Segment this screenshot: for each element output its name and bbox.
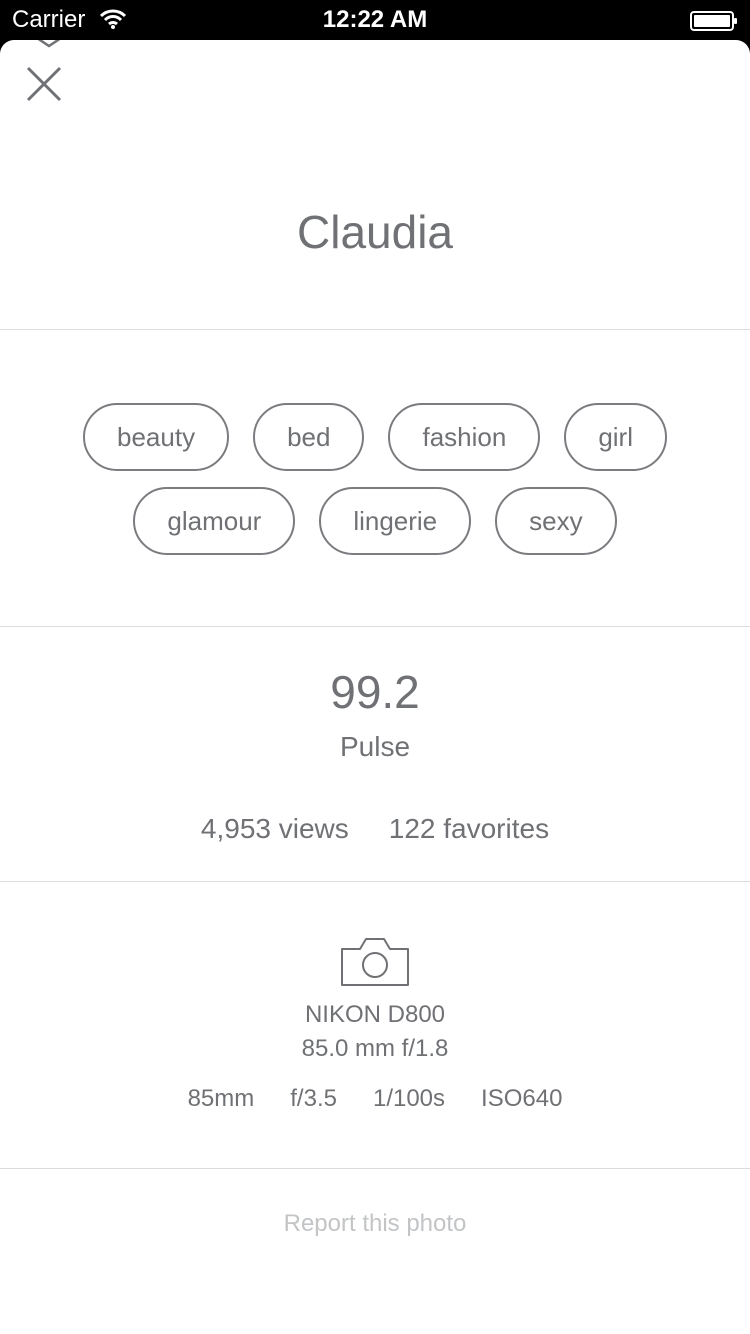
tag-chip[interactable]: bed: [253, 403, 365, 471]
battery-icon: [690, 11, 737, 31]
iso: ISO640: [481, 1085, 563, 1112]
pulse-value: 99.2: [330, 666, 420, 718]
stats-section: 99.2 Pulse 4,953 views 122 favorites: [0, 628, 750, 882]
photo-info-sheet: Claudia beauty bed fashion girl glamour …: [0, 40, 750, 1334]
status-time: 12:22 AM: [322, 6, 428, 33]
camera-section: NIKON D800 85.0 mm f/1.8 85mm f/3.5 1/10…: [0, 883, 750, 1169]
tag-row: beauty bed fashion girl: [0, 403, 750, 471]
aperture: f/3.5: [290, 1085, 337, 1112]
tag-chip[interactable]: glamour: [133, 487, 296, 555]
counts-row: 4,953 views 122 favorites: [0, 812, 750, 846]
shutter-speed: 1/100s: [372, 1085, 446, 1112]
tag-chip[interactable]: lingerie: [319, 487, 472, 555]
tags-section: beauty bed fashion girl glamour lingerie…: [0, 331, 750, 627]
tag-chip[interactable]: girl: [564, 403, 667, 471]
lens-info: 85.0 mm f/1.8: [301, 1035, 449, 1062]
views-count: 4,953 views: [200, 813, 349, 844]
focal-length: 85mm: [187, 1085, 255, 1112]
camera-icon: [341, 938, 409, 986]
status-bar: Carrier 12:22 AM: [0, 0, 750, 40]
photo-title: Claudia: [297, 206, 453, 258]
tag-chip[interactable]: fashion: [388, 403, 541, 471]
tag-row: glamour lingerie sexy: [0, 487, 750, 555]
favorites-count: 122 favorites: [388, 813, 550, 844]
pulse-label: Pulse: [339, 731, 411, 762]
camera-model: NIKON D800: [304, 1001, 446, 1028]
tag-chip[interactable]: beauty: [83, 403, 230, 471]
title-section: Claudia: [0, 40, 750, 330]
report-photo-link[interactable]: Report this photo: [0, 1208, 750, 1240]
tag-chip[interactable]: sexy: [495, 487, 617, 555]
close-icon[interactable]: [22, 62, 66, 106]
exif-row: 85mm f/3.5 1/100s ISO640: [0, 1083, 750, 1115]
